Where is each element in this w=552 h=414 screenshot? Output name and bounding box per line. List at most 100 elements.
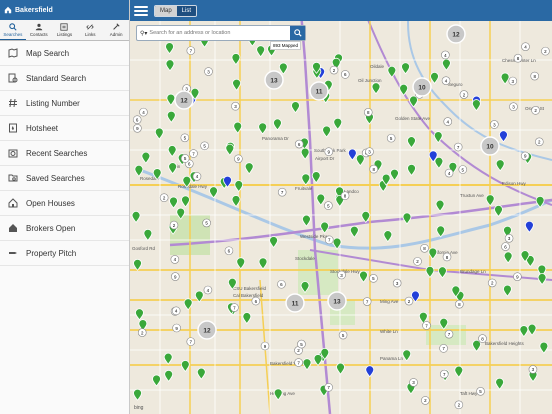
count-marker[interactable]: 8 [442, 252, 452, 262]
count-marker[interactable]: 7 [230, 303, 239, 312]
count-marker[interactable]: 4 [441, 50, 450, 60]
count-marker[interactable]: 8 [340, 191, 350, 201]
count-marker[interactable]: 3 [490, 120, 499, 129]
menu-item-recent-searches[interactable]: Recent Searches [0, 141, 129, 166]
tab-admin[interactable]: Admin [103, 20, 129, 40]
count-marker[interactable]: 5 [386, 133, 396, 143]
count-marker[interactable]: 2 [159, 193, 169, 203]
cluster-marker[interactable]: 10 [412, 77, 432, 97]
cluster-marker[interactable]: 13 [327, 291, 347, 311]
count-marker[interactable]: 8 [478, 334, 487, 343]
count-marker[interactable]: 7 [189, 149, 198, 158]
count-marker[interactable]: 2 [531, 106, 540, 115]
count-marker[interactable]: 9 [170, 272, 180, 281]
count-marker[interactable]: 6 [501, 242, 510, 251]
count-marker[interactable]: 9 [133, 124, 142, 133]
count-marker[interactable]: 2 [169, 220, 179, 230]
count-marker[interactable]: 5 [324, 201, 333, 210]
location-pin-icon[interactable]: ⚲▾ [137, 30, 147, 37]
count-marker[interactable]: 2 [487, 278, 497, 288]
count-marker[interactable]: 3 [231, 101, 240, 111]
count-marker[interactable]: 5 [476, 387, 485, 396]
map-panel[interactable]: Map List Oil Junction Seguro Chess Cente… [130, 0, 552, 414]
count-marker[interactable]: 3 [509, 102, 518, 112]
count-marker[interactable]: 8 [369, 164, 379, 174]
count-marker[interactable]: 9 [260, 341, 270, 351]
count-marker[interactable]: 4 [521, 42, 530, 51]
count-marker[interactable]: 5 [202, 218, 211, 228]
list-view-button[interactable]: List [176, 5, 197, 16]
count-marker[interactable]: 3 [504, 234, 514, 243]
search-button[interactable] [290, 26, 305, 40]
count-marker[interactable]: 2 [541, 46, 550, 56]
menu-item-property-pitch[interactable]: Property Pitch [0, 241, 129, 266]
count-marker[interactable]: 9 [234, 154, 243, 164]
count-marker[interactable]: 4 [171, 306, 181, 316]
count-marker[interactable]: 5 [458, 165, 468, 174]
count-marker[interactable]: 2 [413, 257, 422, 266]
map-view-button[interactable]: Map [155, 5, 177, 16]
count-marker[interactable]: 5 [200, 141, 209, 151]
count-marker[interactable]: 7 [324, 383, 333, 392]
count-marker[interactable]: 8 [530, 71, 540, 81]
cluster-marker[interactable]: 12 [446, 24, 466, 44]
count-marker[interactable]: 2 [535, 137, 544, 147]
count-marker[interactable]: 7 [439, 344, 448, 353]
tab-listings[interactable]: Listings [52, 20, 78, 40]
menu-item-brokers-open[interactable]: Brokers Open [0, 216, 129, 241]
menu-item-listing-number[interactable]: Listing Number [0, 91, 129, 116]
count-marker[interactable]: 3 [409, 378, 418, 387]
count-marker[interactable]: 5 [180, 154, 190, 163]
cluster-marker[interactable]: 12 [174, 90, 194, 110]
address-search-input[interactable] [147, 29, 290, 37]
count-marker[interactable]: 5 [180, 133, 190, 143]
count-marker[interactable]: 7 [324, 235, 334, 245]
count-marker[interactable]: 6 [132, 115, 142, 125]
count-marker[interactable]: 3 [528, 365, 538, 374]
count-marker[interactable]: 9 [172, 323, 181, 333]
cluster-marker[interactable]: 10 [480, 136, 500, 156]
count-marker[interactable]: 4 [443, 117, 453, 126]
count-marker[interactable]: 3 [392, 278, 402, 288]
count-marker[interactable]: 5 [338, 330, 348, 340]
count-marker[interactable]: 6 [294, 139, 304, 149]
count-marker[interactable]: 7 [294, 358, 303, 367]
count-marker[interactable]: 4 [203, 285, 213, 295]
count-marker[interactable]: 2 [329, 65, 339, 75]
count-marker[interactable]: 2 [404, 296, 414, 306]
menu-item-saved-searches[interactable]: Saved Searches [0, 166, 129, 191]
count-marker[interactable]: 8 [455, 299, 464, 309]
count-marker[interactable]: 7 [422, 321, 431, 330]
count-marker[interactable]: 8 [363, 108, 373, 117]
map-canvas[interactable]: Oil Junction Seguro Chess Center Ln Pano… [130, 0, 552, 414]
cluster-marker[interactable]: 12 [197, 320, 217, 340]
count-marker[interactable]: 2 [454, 400, 464, 410]
count-marker[interactable]: 7 [186, 46, 196, 55]
count-marker[interactable]: 7 [439, 369, 449, 379]
tab-searches[interactable]: Searches [0, 20, 26, 40]
count-marker[interactable]: 6 [277, 279, 286, 289]
count-marker[interactable]: 5 [297, 339, 306, 349]
count-marker[interactable]: 4 [170, 255, 180, 264]
count-marker[interactable]: 3 [337, 270, 346, 280]
count-marker[interactable]: 6 [224, 246, 234, 256]
count-marker[interactable]: 9 [513, 272, 522, 281]
count-marker[interactable]: 7 [362, 297, 372, 306]
count-marker[interactable]: 6 [251, 296, 261, 306]
menu-item-open-houses[interactable]: Open Houses [0, 191, 129, 216]
cluster-marker[interactable]: 13 [264, 70, 284, 90]
count-marker[interactable]: 4 [139, 107, 148, 117]
count-marker[interactable]: 8 [420, 243, 429, 253]
count-marker[interactable]: 9 [324, 147, 334, 157]
tab-contacts[interactable]: Contacts [26, 20, 52, 40]
count-marker[interactable]: 8 [513, 53, 523, 63]
count-marker[interactable]: 2 [421, 396, 430, 405]
count-marker[interactable]: 4 [192, 172, 202, 181]
cluster-marker[interactable]: 11 [285, 293, 305, 313]
count-marker[interactable]: 7 [453, 142, 463, 152]
tab-links[interactable]: Links [77, 20, 103, 40]
menu-item-map-search[interactable]: Map Search [0, 41, 129, 66]
count-marker[interactable]: 5 [369, 274, 378, 283]
count-marker[interactable]: 7 [444, 329, 454, 339]
count-marker[interactable]: 3 [204, 67, 213, 76]
